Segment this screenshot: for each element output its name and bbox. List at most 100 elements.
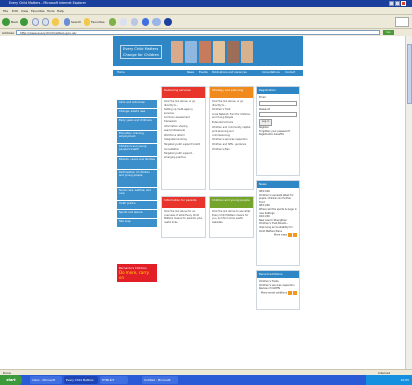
- taskbar-item[interactable]: Untitled - Microsoft: [142, 376, 178, 384]
- menu-help[interactable]: Help: [57, 9, 64, 13]
- site-header: Every Child Matters Change for Children: [113, 36, 303, 66]
- more-news-link[interactable]: More news: [274, 234, 287, 237]
- favorites-icon[interactable]: [84, 18, 90, 26]
- nav-news[interactable]: News: [187, 71, 194, 74]
- go-button[interactable]: Go: [383, 30, 394, 35]
- login-button[interactable]: Log in: [259, 119, 273, 127]
- box-link[interactable]: Children's Plan: [212, 148, 251, 152]
- box-link[interactable]: Extended schools: [212, 121, 251, 125]
- scrollbar-thumb[interactable]: [407, 44, 412, 104]
- search-label[interactable]: Search: [71, 20, 81, 24]
- menu-file[interactable]: File: [3, 9, 8, 13]
- bluetooth-icon[interactable]: [164, 18, 172, 26]
- box-link[interactable]: Targeted youth support - emerging practi…: [164, 152, 203, 159]
- advert-line2: Do more, carry on: [119, 270, 149, 280]
- menu-bar: File Edit View Favorites Tools Help: [0, 7, 412, 14]
- news-item[interactable]: Children's Laureate Week for pupils, Chi…: [259, 194, 297, 205]
- favorites-label[interactable]: Favorites: [91, 20, 105, 24]
- arrow-icon[interactable]: [293, 233, 297, 238]
- box-link[interactable]: Integrated working: [164, 138, 203, 142]
- back-icon[interactable]: [2, 18, 10, 26]
- box-link[interactable]: Consultation: [164, 148, 203, 152]
- search-icon[interactable]: [64, 18, 70, 26]
- nav-events[interactable]: Events: [199, 71, 208, 74]
- box-link[interactable]: Setting up multi-agency services: [164, 108, 203, 115]
- maximize-button[interactable]: [395, 1, 400, 6]
- box-link[interactable]: Targeted youth support toolkit: [164, 143, 203, 147]
- taskbar-item[interactable]: Every Child Matters: [64, 376, 98, 384]
- left-nav-item[interactable]: Site map: [117, 219, 157, 227]
- edit-icon[interactable]: [142, 18, 149, 26]
- arrow-icon[interactable]: [293, 290, 297, 295]
- left-navigation: Aims and outcomes Change, what's new Ear…: [117, 100, 157, 228]
- taskbar-item[interactable]: Inbox - Microsoft: [30, 376, 62, 384]
- refresh-icon[interactable]: [42, 18, 49, 26]
- back-label: Back: [11, 20, 19, 24]
- clock: 10:05: [400, 378, 409, 382]
- left-nav-item[interactable]: Early years and childcare: [117, 118, 157, 130]
- box-intro: Click the link above to see what Every C…: [212, 210, 251, 224]
- menu-favorites[interactable]: Favorites: [31, 9, 45, 13]
- minimize-button[interactable]: [389, 1, 394, 6]
- box-link[interactable]: Children and SEN - guidance: [212, 143, 251, 147]
- history-icon[interactable]: [109, 18, 116, 26]
- box-link[interactable]: Information sharing: [164, 125, 203, 129]
- header-photo-3: [199, 41, 211, 63]
- nav-publications[interactable]: Publications and resources: [212, 71, 247, 74]
- left-nav-item[interactable]: Parents, carers and families: [117, 157, 157, 169]
- box-link[interactable]: Lead professional: [164, 129, 203, 133]
- menu-tools[interactable]: Tools: [47, 9, 54, 13]
- address-input[interactable]: http://www.everychildmatters.gov.uk/: [16, 30, 380, 35]
- recent-additions-panel: Recent additions Children's Trusts Child…: [256, 270, 300, 310]
- box-title[interactable]: Information for parents: [162, 197, 205, 208]
- box-link[interactable]: Local Network Fund for Children and Youn…: [212, 113, 251, 120]
- messenger-icon[interactable]: [152, 18, 161, 26]
- left-nav-item[interactable]: Participation of children and young peop…: [117, 170, 157, 187]
- box-intro: Click the link above for an overview of …: [164, 210, 203, 224]
- more-recent-link[interactable]: More recent additions: [261, 291, 287, 294]
- box-link[interactable]: Workforce reform: [164, 134, 203, 138]
- box-title[interactable]: Strategy and planning: [210, 87, 253, 98]
- strategy-planning-box: Strategy and planning Click the link abo…: [209, 86, 254, 190]
- header-photo-2: [185, 41, 197, 63]
- left-nav-item[interactable]: Sports and leisure: [117, 210, 157, 218]
- email-field[interactable]: [259, 100, 297, 106]
- box-title[interactable]: Delivering services: [162, 87, 205, 98]
- left-nav-item[interactable]: Youth justice: [117, 201, 157, 209]
- menu-view[interactable]: View: [21, 9, 28, 13]
- site-logo[interactable]: Every Child Matters Change for Children: [120, 45, 162, 59]
- left-nav-item[interactable]: Aims and outcomes: [117, 100, 157, 108]
- arrow-icon[interactable]: [288, 233, 292, 238]
- left-nav-item[interactable]: Social care, welfare, and care: [117, 188, 157, 200]
- left-nav-item[interactable]: Children's and young people's health: [117, 144, 157, 156]
- password-field[interactable]: [259, 112, 297, 118]
- children-young-people-box: Children and young people Click the link…: [209, 196, 254, 238]
- registration-benefits-link[interactable]: Registration benefits: [259, 133, 297, 137]
- nav-home[interactable]: Home: [117, 71, 125, 74]
- start-button[interactable]: start: [0, 375, 22, 385]
- box-link[interactable]: Joint planning and commissioning: [212, 130, 251, 137]
- arrow-icon[interactable]: [288, 290, 292, 295]
- print-icon[interactable]: [131, 18, 138, 26]
- vertical-scrollbar[interactable]: [405, 36, 412, 375]
- mail-icon[interactable]: [120, 18, 127, 26]
- left-nav-item[interactable]: Education, training, employment: [117, 131, 157, 143]
- box-link[interactable]: Children and community capital: [212, 126, 251, 130]
- left-nav-item[interactable]: Change, what's new: [117, 109, 157, 117]
- news-item[interactable]: Where will the sports & Gogo in new Sett…: [259, 208, 297, 215]
- header-photo-6: [241, 41, 253, 63]
- charity-advert[interactable]: Barnardo's Children Do more, carry on: [117, 264, 157, 282]
- box-link[interactable]: Children's Trust: [212, 108, 251, 112]
- home-icon[interactable]: [52, 18, 59, 26]
- box-title[interactable]: Children and young people: [210, 197, 253, 208]
- taskbar-item[interactable]: HTMLKIT: [100, 376, 128, 384]
- nav-consultations[interactable]: Consultations: [262, 71, 280, 74]
- nav-contact[interactable]: Contact: [285, 71, 295, 74]
- box-link[interactable]: Children's services inspection: [212, 138, 251, 142]
- close-button[interactable]: [401, 1, 406, 6]
- box-link[interactable]: Common assessment framework: [164, 116, 203, 123]
- menu-edit[interactable]: Edit: [12, 9, 18, 13]
- news-item[interactable]: New Law to Strengthen Children's Trust B…: [259, 219, 297, 233]
- forward-icon[interactable]: [20, 18, 28, 26]
- stop-icon[interactable]: [32, 18, 39, 26]
